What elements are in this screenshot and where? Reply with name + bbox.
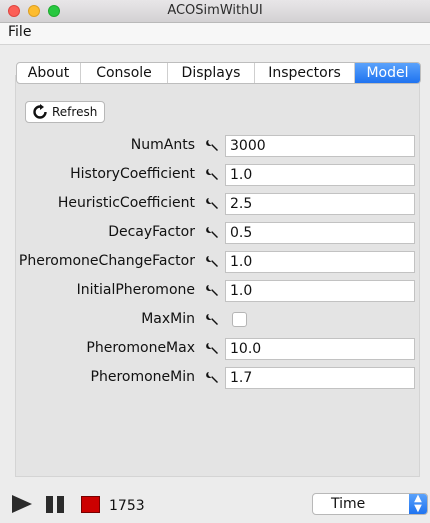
property-label: HistoryCoefficient (70, 166, 195, 182)
property-label: PheromoneMax (86, 340, 195, 356)
window-title: ACOSimWithUI (167, 3, 263, 18)
menu-bar: File (0, 23, 430, 45)
wrench-icon[interactable] (206, 342, 220, 356)
menu-file[interactable]: File (8, 24, 31, 40)
play-icon[interactable] (12, 495, 32, 513)
refresh-button[interactable]: Refresh (25, 101, 105, 123)
property-row-pheromone-change-factor: PheromoneChangeFactor 1.0 (0, 251, 420, 273)
decay-factor-field[interactable]: 0.5 (225, 222, 415, 244)
pheromone-max-field[interactable]: 10.0 (225, 338, 415, 360)
num-ants-field[interactable]: 3000 (225, 135, 415, 157)
refresh-icon (33, 104, 47, 119)
initial-pheromone-field[interactable]: 1.0 (225, 280, 415, 302)
tab-bar: About Console Displays Inspectors Model (16, 62, 421, 84)
wrench-icon[interactable] (206, 255, 220, 269)
property-label: NumAnts (130, 137, 195, 153)
property-row-num-ants: NumAnts 3000 (0, 135, 420, 157)
property-row-pheromone-min: PheromoneMin 1.7 (0, 367, 420, 389)
chevron-updown-icon: ▲ ▼ (409, 494, 427, 514)
property-label: PheromoneChangeFactor (18, 253, 195, 269)
tab-about[interactable]: About (17, 63, 81, 83)
property-row-initial-pheromone: InitialPheromone 1.0 (0, 280, 420, 302)
property-row-heuristic-coefficient: HeuristicCoefficient 2.5 (0, 193, 420, 215)
property-row-decay-factor: DecayFactor 0.5 (0, 222, 420, 244)
property-label: DecayFactor (108, 224, 195, 240)
history-coefficient-field[interactable]: 1.0 (225, 164, 415, 186)
pheromone-change-factor-field[interactable]: 1.0 (225, 251, 415, 273)
pause-icon[interactable] (46, 496, 65, 513)
maxmin-checkbox[interactable] (232, 312, 247, 327)
wrench-icon[interactable] (206, 197, 220, 211)
tab-displays[interactable]: Displays (168, 63, 255, 83)
wrench-icon[interactable] (206, 313, 220, 327)
time-select-value: Time (331, 496, 366, 512)
property-label: PheromoneMin (90, 369, 195, 385)
property-row-max-min: MaxMin (0, 309, 420, 331)
pheromone-min-field[interactable]: 1.7 (225, 367, 415, 389)
property-row-pheromone-max: PheromoneMax 10.0 (0, 338, 420, 360)
title-bar: ACOSimWithUI (0, 0, 430, 23)
playback-controls: 1753 Time ▲ ▼ (0, 488, 430, 523)
wrench-icon[interactable] (206, 371, 220, 385)
property-row-history-coefficient: HistoryCoefficient 1.0 (0, 164, 420, 186)
stop-icon[interactable] (81, 496, 100, 513)
property-label: HeuristicCoefficient (57, 195, 195, 211)
refresh-label: Refresh (52, 105, 98, 119)
tab-model[interactable]: Model (355, 63, 420, 83)
tab-console[interactable]: Console (81, 63, 168, 83)
time-select[interactable]: Time ▲ ▼ (312, 493, 428, 515)
property-label: InitialPheromone (76, 282, 195, 298)
step-count: 1753 (109, 498, 145, 514)
wrench-icon[interactable] (206, 168, 220, 182)
heuristic-coefficient-field[interactable]: 2.5 (225, 193, 415, 215)
wrench-icon[interactable] (206, 139, 220, 153)
wrench-icon[interactable] (206, 284, 220, 298)
property-label: MaxMin (141, 311, 195, 327)
wrench-icon[interactable] (206, 226, 220, 240)
tab-inspectors[interactable]: Inspectors (255, 63, 355, 83)
